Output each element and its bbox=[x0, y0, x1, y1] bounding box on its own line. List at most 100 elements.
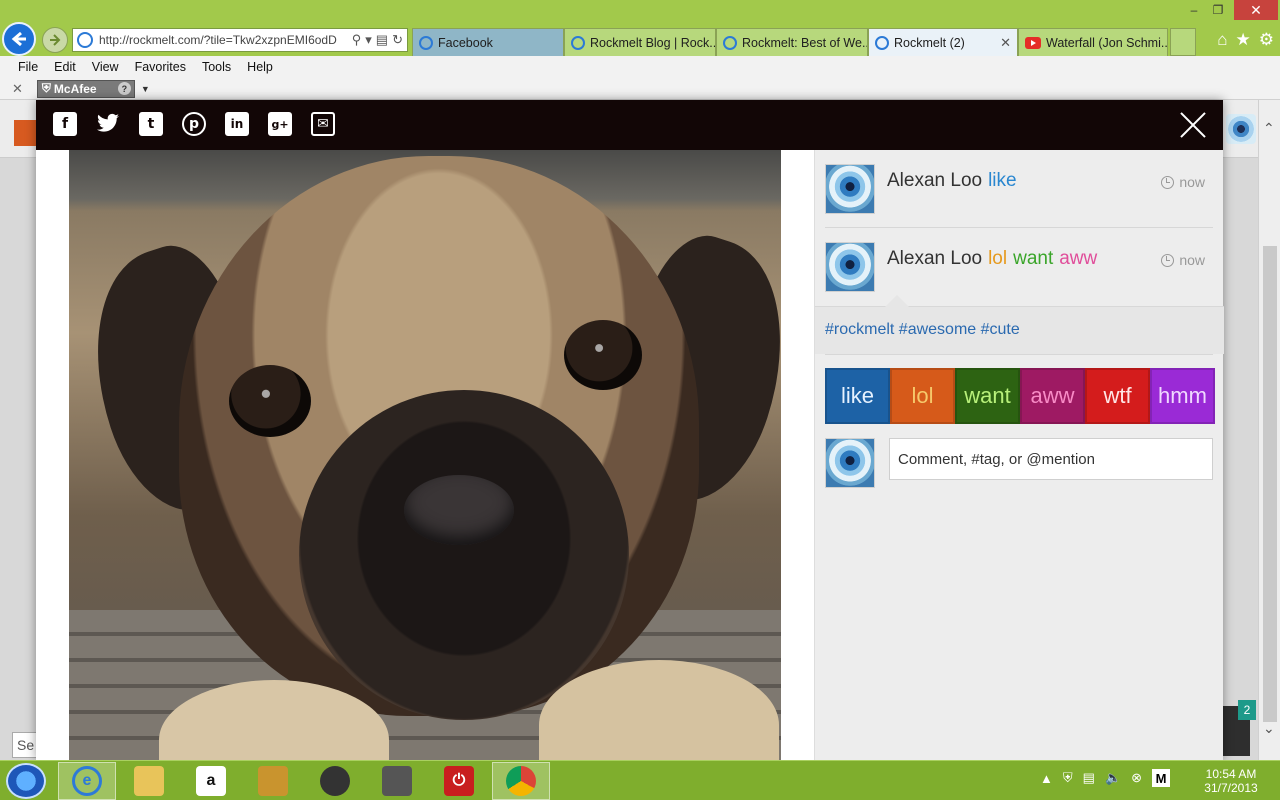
volume-icon[interactable]: 🔈 bbox=[1105, 770, 1121, 786]
aww-button[interactable]: aww bbox=[1020, 368, 1085, 424]
tab-rockmelt-blog[interactable]: Rockmelt Blog | Rock... bbox=[564, 28, 716, 56]
avatar[interactable] bbox=[825, 438, 875, 488]
mcafee-toolbar: ✕ ⛨ McAfee ? ▼ bbox=[0, 78, 1280, 100]
network-icon[interactable]: ▤ bbox=[1083, 770, 1095, 786]
taskbar-speaker[interactable] bbox=[306, 762, 364, 800]
activity-row: Alexan Loo lol want aww now bbox=[825, 236, 1213, 306]
compat-view-icon[interactable]: ▤ bbox=[376, 32, 388, 48]
twitter-icon[interactable] bbox=[96, 112, 120, 136]
chevron-down-icon[interactable]: ▼ bbox=[141, 84, 150, 94]
ie-page-icon bbox=[723, 35, 737, 50]
menu-help[interactable]: Help bbox=[247, 60, 273, 74]
close-toolbar-icon[interactable]: ✕ bbox=[12, 81, 23, 97]
avatar[interactable] bbox=[825, 242, 875, 292]
menu-tools[interactable]: Tools bbox=[202, 60, 231, 74]
user-avatar[interactable] bbox=[1226, 114, 1256, 144]
tab-facebook[interactable]: Facebook bbox=[412, 28, 564, 56]
photo-eye-right bbox=[564, 320, 642, 390]
scrollbar[interactable]: ⌃ ⌄ bbox=[1258, 100, 1280, 760]
lol-button[interactable]: lol bbox=[890, 368, 955, 424]
window-close-button[interactable]: ✕ bbox=[1234, 0, 1278, 20]
tile-modal: f t p in g+ ✉ Alexan Loo like now Alexan… bbox=[36, 100, 1224, 760]
search-icon[interactable]: ⚲ bbox=[352, 32, 362, 48]
address-bar[interactable]: http://rockmelt.com/?tile=Tkw2xzpnEMI6od… bbox=[72, 28, 408, 52]
refresh-icon[interactable]: ↻ bbox=[392, 32, 403, 48]
taskbar-chrome[interactable] bbox=[492, 762, 550, 800]
taskbar-explorer[interactable] bbox=[120, 762, 178, 800]
favorites-star-icon[interactable]: ★ bbox=[1236, 30, 1251, 50]
mcafee-button[interactable]: ⛨ McAfee ? bbox=[36, 79, 135, 98]
help-icon[interactable]: ? bbox=[117, 82, 131, 95]
hmm-button[interactable]: hmm bbox=[1150, 368, 1215, 424]
shield-icon[interactable]: ⛨ bbox=[1063, 770, 1073, 786]
taskbar-app-4[interactable] bbox=[244, 762, 302, 800]
show-hidden-icon[interactable]: ▲ bbox=[1040, 771, 1053, 786]
menu-view[interactable]: View bbox=[92, 60, 119, 74]
restore-button[interactable]: ❐ bbox=[1204, 0, 1232, 20]
folder-icon bbox=[134, 766, 164, 796]
tab-rockmelt-best-of-web[interactable]: Rockmelt: Best of We... bbox=[716, 28, 868, 56]
taskbar: e a ⏻ ▲ ⛨ ▤ 🔈 ⊗ M 10:54 AM 31/7/2013 bbox=[0, 760, 1280, 800]
reaction-want: want bbox=[1013, 248, 1054, 269]
menu-bar: File Edit View Favorites Tools Help bbox=[0, 56, 1280, 78]
tumblr-icon[interactable]: t bbox=[139, 112, 163, 136]
notification-badge[interactable]: 2 bbox=[1238, 700, 1256, 720]
youtube-icon bbox=[1025, 36, 1041, 49]
ie-icon: e bbox=[72, 766, 102, 796]
tab-label: Facebook bbox=[438, 35, 493, 50]
user-name[interactable]: Alexan Loo bbox=[887, 248, 982, 269]
tab-close-icon[interactable]: ✕ bbox=[994, 35, 1011, 51]
tab-rockmelt[interactable]: Rockmelt (2) ✕ bbox=[868, 28, 1018, 56]
scroll-down-icon[interactable]: ⌄ bbox=[1263, 720, 1275, 737]
clock-time: 10:54 AM bbox=[1205, 767, 1257, 781]
taskbar-ie[interactable]: e bbox=[58, 762, 116, 800]
facebook-icon[interactable]: f bbox=[53, 112, 77, 136]
modal-close-icon[interactable] bbox=[1176, 108, 1210, 142]
reaction-aww: aww bbox=[1059, 248, 1098, 269]
dropdown-icon[interactable]: ▾ bbox=[365, 32, 372, 48]
menu-favorites[interactable]: Favorites bbox=[135, 60, 186, 74]
activity-row: Alexan Loo like now bbox=[825, 158, 1213, 228]
timestamp: now bbox=[1161, 252, 1205, 268]
menu-edit[interactable]: Edit bbox=[54, 60, 76, 74]
address-url[interactable]: http://rockmelt.com/?tile=Tkw2xzpnEMI6od… bbox=[99, 33, 357, 47]
back-arrow-icon bbox=[11, 31, 26, 47]
amazon-icon: a bbox=[196, 766, 226, 796]
app-icon bbox=[258, 766, 288, 796]
back-button[interactable] bbox=[2, 22, 36, 56]
tab-waterfall[interactable]: Waterfall (Jon Schmi... bbox=[1018, 28, 1168, 56]
pinterest-icon[interactable]: p bbox=[182, 112, 206, 136]
comment-input[interactable] bbox=[889, 438, 1213, 480]
scroll-up-icon[interactable]: ⌃ bbox=[1263, 120, 1275, 137]
m-app-icon[interactable]: M bbox=[1152, 769, 1171, 787]
document-icon bbox=[382, 766, 412, 796]
want-button[interactable]: want bbox=[955, 368, 1020, 424]
googleplus-icon[interactable]: g+ bbox=[268, 112, 292, 136]
reaction-lol: lol bbox=[988, 248, 1008, 269]
activity-panel: Alexan Loo like now Alexan Loo lol want aww … bbox=[814, 150, 1224, 760]
ie-page-icon bbox=[875, 35, 889, 50]
timestamp: now bbox=[1161, 174, 1205, 190]
user-name[interactable]: Alexan Loo bbox=[887, 170, 982, 191]
linkedin-icon[interactable]: in bbox=[225, 112, 249, 136]
forward-arrow-icon bbox=[50, 34, 61, 46]
mcafee-tray-icon[interactable]: ⊗ bbox=[1131, 770, 1142, 786]
reaction-buttons: like lol want aww wtf hmm bbox=[825, 368, 1215, 424]
taskbar-power[interactable]: ⏻ bbox=[430, 762, 488, 800]
forward-button[interactable] bbox=[42, 27, 68, 53]
taskbar-doc[interactable] bbox=[368, 762, 426, 800]
email-icon[interactable]: ✉ bbox=[311, 112, 335, 136]
scroll-thumb[interactable] bbox=[1263, 246, 1277, 722]
start-button[interactable] bbox=[6, 763, 46, 799]
wtf-button[interactable]: wtf bbox=[1085, 368, 1150, 424]
new-tab-button[interactable] bbox=[1170, 28, 1196, 56]
photo-muzzle bbox=[299, 390, 629, 720]
avatar[interactable] bbox=[825, 164, 875, 214]
menu-file[interactable]: File bbox=[18, 60, 38, 74]
home-icon[interactable]: ⌂ bbox=[1217, 30, 1227, 50]
gear-icon[interactable]: ⚙ bbox=[1259, 30, 1274, 50]
taskbar-amazon[interactable]: a bbox=[182, 762, 240, 800]
like-button[interactable]: like bbox=[825, 368, 890, 424]
hashtags[interactable]: #rockmelt #awesome #cute bbox=[825, 321, 1020, 339]
system-clock[interactable]: 10:54 AM 31/7/2013 bbox=[1196, 767, 1266, 795]
